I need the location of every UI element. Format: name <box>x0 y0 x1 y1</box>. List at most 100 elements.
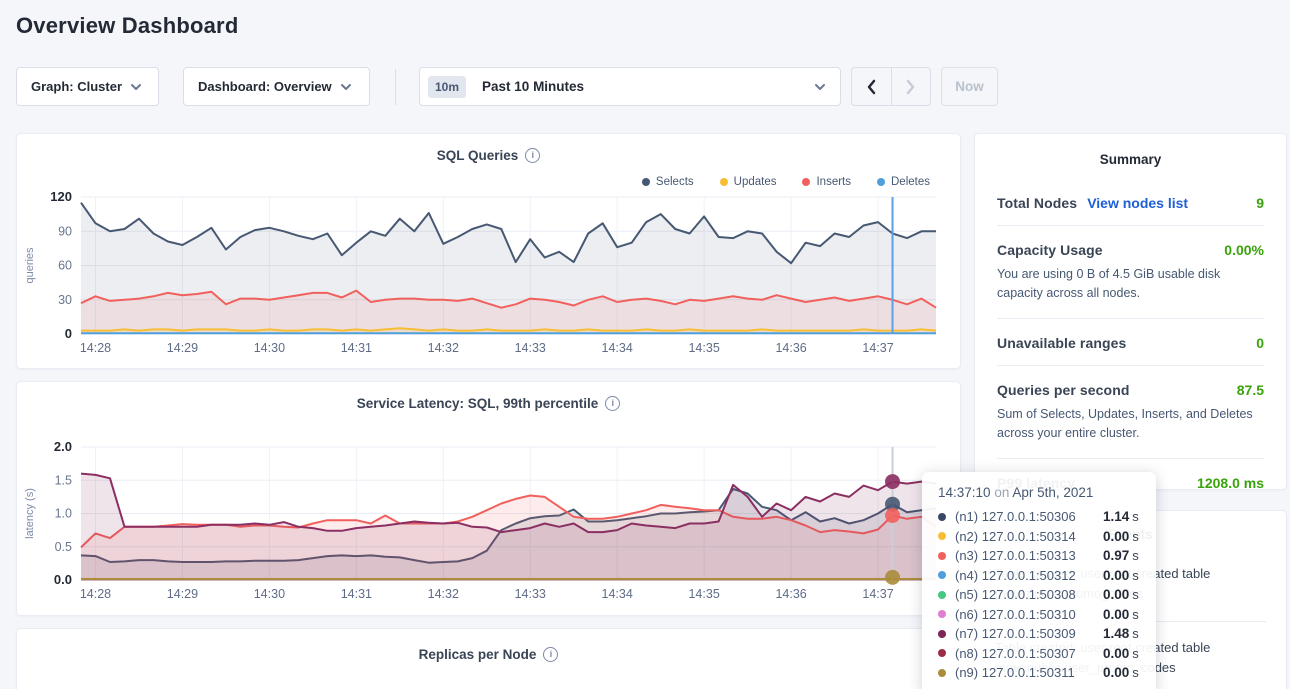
dashboard-dropdown-label: Dashboard: Overview <box>198 79 332 94</box>
svg-text:14:32: 14:32 <box>428 341 459 355</box>
node-address: (n8) 127.0.0.1:50307 <box>955 646 1103 661</box>
svg-text:14:29: 14:29 <box>167 587 198 601</box>
tooltip-node-row: (n8) 127.0.0.1:503070.00s <box>938 644 1140 664</box>
svg-text:14:30: 14:30 <box>254 587 285 601</box>
prev-time-button[interactable] <box>852 68 891 105</box>
svg-text:queries: queries <box>24 247 36 284</box>
svg-text:14:35: 14:35 <box>688 587 719 601</box>
svg-text:14:33: 14:33 <box>515 341 546 355</box>
node-latency-value: 0.00 <box>1103 529 1129 544</box>
latency-unit: s <box>1132 665 1139 680</box>
latency-unit: s <box>1132 646 1139 661</box>
node-latency-value: 0.00 <box>1103 646 1129 661</box>
tooltip-node-row: (n5) 127.0.0.1:503080.00s <box>938 585 1140 605</box>
chart-tooltip: 14:37:10 on Apr 5th, 2021 (n1) 127.0.0.1… <box>922 472 1156 689</box>
svg-text:14:30: 14:30 <box>254 341 285 355</box>
qps-description: Sum of Selects, Updates, Inserts, and De… <box>997 405 1264 444</box>
info-icon[interactable]: i <box>543 647 558 662</box>
svg-text:0: 0 <box>65 326 72 341</box>
svg-text:1.0: 1.0 <box>55 507 72 521</box>
chevron-left-icon <box>866 79 877 95</box>
view-nodes-list-link[interactable]: View nodes list <box>1087 195 1188 211</box>
chevron-down-icon <box>130 83 142 91</box>
node-address: (n3) 127.0.0.1:50313 <box>955 548 1103 563</box>
svg-text:0.0: 0.0 <box>54 572 72 587</box>
graph-dropdown-label: Graph: Cluster <box>31 79 122 94</box>
svg-text:14:31: 14:31 <box>341 587 372 601</box>
next-time-button[interactable] <box>891 68 931 105</box>
now-button[interactable]: Now <box>941 67 998 106</box>
unavailable-ranges-value: 0 <box>1256 335 1264 351</box>
tooltip-node-row: (n1) 127.0.0.1:503061.14s <box>938 507 1140 527</box>
capacity-usage-description: You are using 0 B of 4.5 GiB usable disk… <box>997 265 1264 304</box>
time-range-label: Past 10 Minutes <box>482 79 814 94</box>
tooltip-node-row: (n6) 127.0.0.1:503100.00s <box>938 605 1140 625</box>
total-nodes-value: 9 <box>1256 195 1264 211</box>
node-color-dot <box>938 571 946 579</box>
latency-unit: s <box>1132 626 1139 641</box>
node-latency-value: 1.48 <box>1103 626 1129 641</box>
svg-text:14:36: 14:36 <box>775 341 806 355</box>
summary-row-capacity: Capacity Usage 0.00% You are using 0 B o… <box>997 226 1264 319</box>
time-range-badge: 10m <box>428 76 466 98</box>
svg-text:120: 120 <box>50 189 72 204</box>
node-address: (n9) 127.0.0.1:50311 <box>955 665 1103 680</box>
svg-text:30: 30 <box>58 293 72 307</box>
node-latency-value: 0.00 <box>1103 587 1129 602</box>
node-color-dot <box>938 610 946 618</box>
graph-dropdown[interactable]: Graph: Cluster <box>16 67 159 106</box>
node-latency-value: 1.14 <box>1103 509 1129 524</box>
total-nodes-label: Total Nodes <box>997 195 1077 211</box>
node-address: (n6) 127.0.0.1:50310 <box>955 607 1103 622</box>
node-color-dot <box>938 532 946 540</box>
node-color-dot <box>938 649 946 657</box>
svg-text:14:35: 14:35 <box>688 341 719 355</box>
p99-latency-value: 1208.0 ms <box>1197 475 1264 491</box>
page-title: Overview Dashboard <box>16 13 238 39</box>
summary-row-total-nodes: Total Nodes View nodes list 9 <box>997 179 1264 226</box>
replicas-per-node-card: Replicas per Node i <box>16 628 961 689</box>
node-latency-value: 0.97 <box>1103 548 1129 563</box>
summary-row-qps: Queries per second 87.5 Sum of Selects, … <box>997 366 1264 459</box>
capacity-usage-value: 0.00% <box>1224 242 1264 258</box>
tooltip-node-row: (n3) 127.0.0.1:503130.97s <box>938 546 1140 566</box>
svg-text:60: 60 <box>58 259 72 273</box>
chevron-right-icon <box>905 79 916 95</box>
dashboard-dropdown[interactable]: Dashboard: Overview <box>183 67 370 106</box>
node-address: (n2) 127.0.0.1:50314 <box>955 529 1103 544</box>
node-color-dot <box>938 669 946 677</box>
tooltip-node-row: (n4) 127.0.0.1:503120.00s <box>938 566 1140 586</box>
svg-text:14:37: 14:37 <box>862 587 893 601</box>
chevron-down-icon <box>814 83 826 91</box>
replicas-chart-title: Replicas per Node <box>419 647 537 662</box>
latency-unit: s <box>1132 509 1139 524</box>
svg-text:90: 90 <box>58 224 72 238</box>
node-address: (n5) 127.0.0.1:50308 <box>955 587 1103 602</box>
time-range-dropdown[interactable]: 10m Past 10 Minutes <box>419 67 841 106</box>
tooltip-timestamp: 14:37:10 on Apr 5th, 2021 <box>938 485 1140 500</box>
svg-text:14:33: 14:33 <box>515 587 546 601</box>
svg-text:latency (s): latency (s) <box>24 488 36 539</box>
summary-panel: Summary Total Nodes View nodes list 9 Ca… <box>974 133 1287 490</box>
latency-unit: s <box>1132 607 1139 622</box>
qps-value: 87.5 <box>1237 382 1264 398</box>
svg-text:14:28: 14:28 <box>80 341 111 355</box>
svg-text:1.5: 1.5 <box>55 473 72 487</box>
service-latency-chart[interactable]: 0.00.51.01.52.014:2814:2914:3014:3114:32… <box>17 382 960 615</box>
toolbar: Graph: Cluster Dashboard: Overview 10m P… <box>0 67 1290 107</box>
unavailable-ranges-label: Unavailable ranges <box>997 335 1126 351</box>
node-latency-value: 0.00 <box>1103 665 1129 680</box>
chevron-down-icon <box>340 83 352 91</box>
svg-text:14:37: 14:37 <box>862 341 893 355</box>
service-latency-card: Service Latency: SQL, 99th percentile i … <box>16 381 961 616</box>
node-address: (n4) 127.0.0.1:50312 <box>955 568 1103 583</box>
node-address: (n7) 127.0.0.1:50309 <box>955 626 1103 641</box>
svg-text:14:34: 14:34 <box>602 341 633 355</box>
tooltip-node-row: (n2) 127.0.0.1:503140.00s <box>938 527 1140 547</box>
svg-text:14:31: 14:31 <box>341 341 372 355</box>
latency-unit: s <box>1132 568 1139 583</box>
time-step-arrows <box>851 67 931 106</box>
sql-queries-chart[interactable]: 030609012014:2814:2914:3014:3114:3214:33… <box>17 134 960 368</box>
latency-unit: s <box>1132 529 1139 544</box>
svg-text:14:36: 14:36 <box>775 587 806 601</box>
